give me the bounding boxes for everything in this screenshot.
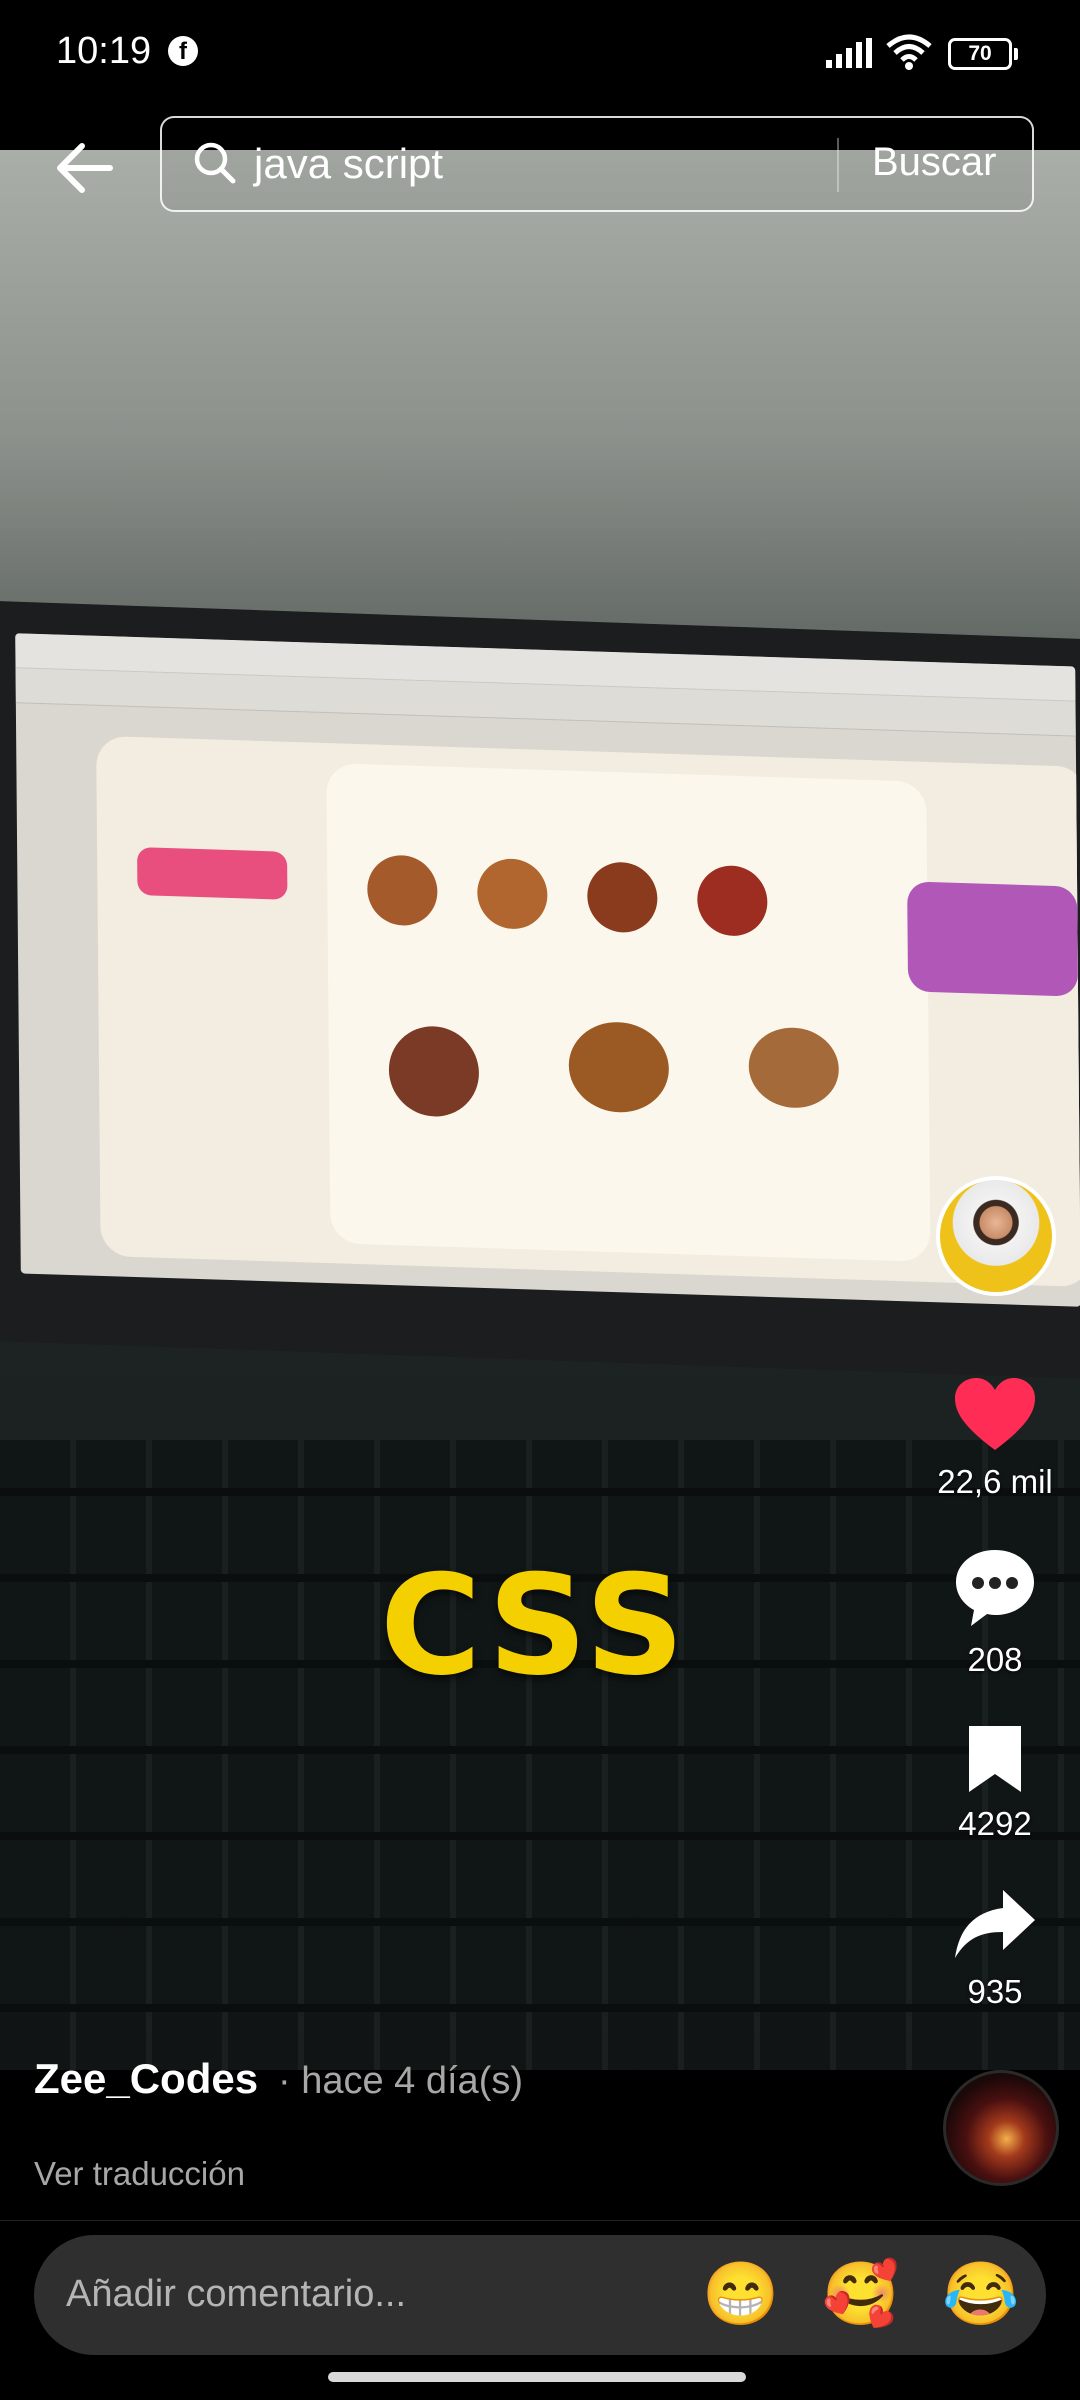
share-arrow-icon xyxy=(955,1890,1035,1958)
status-time: 10:19 xyxy=(56,30,152,72)
post-time: · hace 4 día(s) xyxy=(278,2060,523,2102)
divider xyxy=(837,138,839,192)
battery-indicator: 70 xyxy=(948,38,1018,70)
comment-placeholder: Añadir comentario... xyxy=(66,2273,407,2315)
laptop-screen-image xyxy=(15,633,1080,1307)
share-button[interactable]: 935 xyxy=(920,1886,1070,2011)
search-icon xyxy=(194,142,236,184)
music-disc-icon[interactable] xyxy=(943,2070,1059,2186)
bookmark-icon xyxy=(969,1726,1021,1792)
share-count: 935 xyxy=(967,1973,1023,2010)
wifi-icon xyxy=(886,34,932,70)
author-name[interactable]: Zee_Codes xyxy=(34,2055,258,2103)
save-count: 4292 xyxy=(958,1805,1032,1842)
signal-icon xyxy=(826,38,872,68)
comment-button[interactable]: 208 xyxy=(920,1546,1070,1679)
screen: 10:19 f 70 java script Buscar CSS 22,6 m… xyxy=(0,0,1080,2400)
hearts-emoji-button[interactable]: 🥰 xyxy=(822,2257,899,2333)
facebook-notification-icon: f xyxy=(168,36,198,66)
search-query: java script xyxy=(254,140,444,187)
comment-input[interactable]: Añadir comentario... 😁 🥰 😂 xyxy=(34,2235,1046,2355)
battery-level: 70 xyxy=(968,42,992,65)
joy-emoji-button[interactable]: 😂 xyxy=(942,2257,1019,2333)
home-indicator[interactable] xyxy=(328,2372,746,2382)
like-count: 22,6 mil xyxy=(937,1463,1053,1500)
comment-count: 208 xyxy=(967,1641,1023,1678)
video-overlay-text: CSS xyxy=(380,1545,689,1706)
creator-avatar[interactable] xyxy=(936,1176,1056,1296)
search-header: java script Buscar xyxy=(0,100,1080,230)
save-button[interactable]: 4292 xyxy=(920,1722,1070,1843)
grin-emoji-button[interactable]: 😁 xyxy=(702,2257,779,2333)
search-button[interactable]: Buscar xyxy=(872,140,997,185)
status-bar: 10:19 f 70 xyxy=(0,0,1080,100)
translate-link[interactable]: Ver traducción xyxy=(34,2155,245,2193)
back-arrow-icon[interactable] xyxy=(50,138,120,198)
like-button[interactable]: 22,6 mil xyxy=(920,1376,1070,1501)
search-input[interactable]: java script Buscar xyxy=(160,116,1034,212)
video-player[interactable] xyxy=(0,150,1080,2070)
comment-icon xyxy=(956,1550,1034,1626)
heart-icon xyxy=(955,1378,1035,1450)
